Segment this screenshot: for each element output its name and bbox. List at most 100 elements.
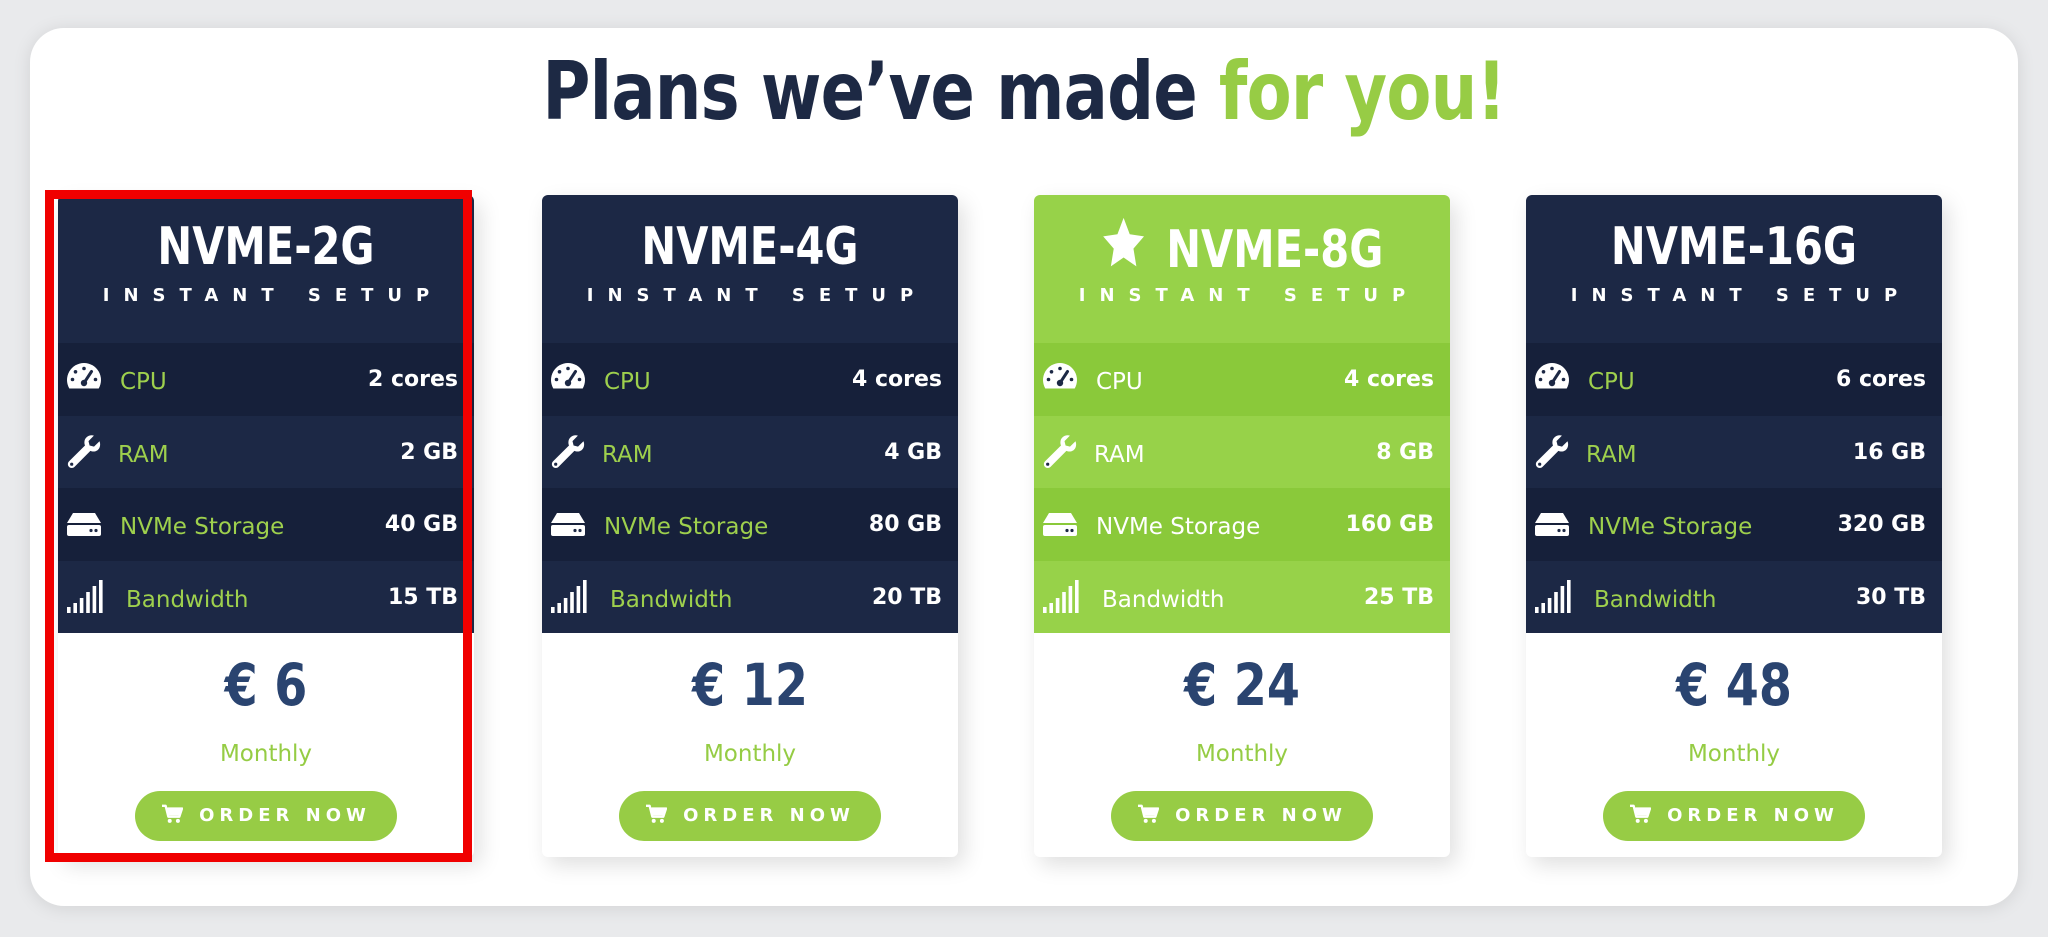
order-now-button[interactable]: ORDER NOW bbox=[619, 791, 881, 841]
plan-period: Monthly bbox=[219, 741, 313, 767]
hard-drive-icon bbox=[64, 504, 104, 544]
plan-price: € 6 bbox=[224, 651, 308, 719]
wrench-icon bbox=[1532, 432, 1572, 472]
spec-row-storage: NVMe Storage 40 GB bbox=[58, 488, 474, 561]
plan-price: € 48 bbox=[1676, 651, 1792, 719]
spec-value: 16 GB bbox=[1852, 439, 1926, 465]
spec-value: 2 GB bbox=[400, 439, 458, 465]
spec-value: 160 GB bbox=[1345, 512, 1434, 537]
spec-label: RAM bbox=[602, 441, 653, 468]
signal-bars-icon bbox=[548, 577, 588, 617]
order-now-button[interactable]: ORDER NOW bbox=[135, 791, 397, 841]
plan-period: Monthly bbox=[1687, 741, 1781, 767]
spec-label: Bandwidth bbox=[1102, 586, 1225, 613]
plan-subtitle: INSTANT SETUP bbox=[1078, 285, 1420, 306]
plan-subtitle: INSTANT SETUP bbox=[586, 285, 928, 306]
plan-price: € 24 bbox=[1184, 651, 1300, 719]
plan-card-nvme-4g: NVME-4G INSTANT SETUP CPU 4 cores RAM 4 … bbox=[542, 195, 958, 857]
spec-row-cpu: CPU 6 cores bbox=[1526, 343, 1942, 416]
spec-label: Bandwidth bbox=[1594, 586, 1717, 613]
spec-label: NVMe Storage bbox=[120, 514, 285, 540]
cart-icon bbox=[1629, 804, 1651, 824]
plan-card-nvme-2g: NVME-2G INSTANT SETUP CPU 2 cores RAM 2 … bbox=[58, 195, 474, 857]
plan-price: € 12 bbox=[692, 651, 808, 719]
signal-bars-icon bbox=[64, 577, 104, 617]
plan-header: NVME-4G INSTANT SETUP bbox=[542, 195, 958, 343]
order-now-button[interactable]: ORDER NOW bbox=[1603, 791, 1865, 841]
cart-icon bbox=[1137, 804, 1159, 824]
plan-name: NVME-2G bbox=[157, 217, 375, 277]
spec-value: 320 GB bbox=[1837, 512, 1926, 537]
spec-row-cpu: CPU 4 cores bbox=[1034, 343, 1450, 416]
spec-row-ram: RAM 4 GB bbox=[542, 415, 958, 488]
spec-row-bandwidth: Bandwidth 15 TB bbox=[58, 560, 474, 633]
spec-label: CPU bbox=[1096, 369, 1143, 395]
plan-header: NVME-16G INSTANT SETUP bbox=[1526, 195, 1942, 343]
speedometer-icon bbox=[64, 359, 104, 399]
spec-value: 20 TB bbox=[871, 584, 942, 610]
spec-label: RAM bbox=[118, 441, 169, 468]
plan-name: NVME-4G bbox=[641, 217, 859, 277]
spec-value: 40 GB bbox=[384, 512, 458, 537]
speedometer-icon bbox=[1532, 359, 1572, 399]
plan-name: NVME-16G bbox=[1610, 217, 1858, 277]
spec-label: RAM bbox=[1094, 441, 1145, 468]
page-title-accent: for you! bbox=[1218, 45, 1507, 138]
spec-value: 6 cores bbox=[1836, 367, 1926, 392]
order-now-label: ORDER NOW bbox=[683, 805, 855, 826]
wrench-icon bbox=[64, 432, 104, 472]
spec-row-storage: NVMe Storage 80 GB bbox=[542, 488, 958, 561]
plan-card-nvme-8g: NVME-8G INSTANT SETUP CPU 4 cores RAM 8 … bbox=[1034, 195, 1450, 857]
plan-name: NVME-8G bbox=[1076, 215, 1409, 282]
spec-label: NVMe Storage bbox=[1588, 514, 1753, 540]
plan-card-nvme-16g: NVME-16G INSTANT SETUP CPU 6 cores RAM 1… bbox=[1526, 195, 1942, 857]
spec-value: 30 TB bbox=[1855, 584, 1926, 610]
plan-period: Monthly bbox=[703, 741, 797, 767]
spec-row-ram: RAM 2 GB bbox=[58, 415, 474, 488]
spec-label: NVMe Storage bbox=[604, 514, 769, 540]
hard-drive-icon bbox=[1040, 504, 1080, 544]
cart-icon bbox=[161, 804, 183, 824]
wrench-icon bbox=[548, 432, 588, 472]
spec-value: 4 GB bbox=[884, 439, 942, 465]
spec-label: Bandwidth bbox=[126, 586, 249, 613]
page-title-main: Plans we’ve made bbox=[542, 45, 1219, 138]
speedometer-icon bbox=[1040, 359, 1080, 399]
spec-value: 4 cores bbox=[1344, 367, 1434, 392]
spec-row-cpu: CPU 4 cores bbox=[542, 343, 958, 416]
wrench-icon bbox=[1040, 432, 1080, 472]
spec-label: NVMe Storage bbox=[1096, 514, 1261, 540]
spec-label: CPU bbox=[120, 369, 167, 395]
order-now-label: ORDER NOW bbox=[1667, 805, 1839, 826]
signal-bars-icon bbox=[1040, 577, 1080, 617]
spec-row-ram: RAM 8 GB bbox=[1034, 415, 1450, 488]
plan-subtitle: INSTANT SETUP bbox=[1570, 285, 1912, 306]
spec-value: 15 TB bbox=[387, 584, 458, 610]
spec-value: 25 TB bbox=[1363, 584, 1434, 610]
spec-row-bandwidth: Bandwidth 30 TB bbox=[1526, 560, 1942, 633]
page-title: Plans we’ve made for you! bbox=[184, 42, 1863, 142]
order-now-label: ORDER NOW bbox=[199, 805, 371, 826]
order-now-button[interactable]: ORDER NOW bbox=[1111, 791, 1373, 841]
hard-drive-icon bbox=[1532, 504, 1572, 544]
spec-row-bandwidth: Bandwidth 25 TB bbox=[1034, 560, 1450, 633]
order-now-label: ORDER NOW bbox=[1175, 805, 1347, 826]
hard-drive-icon bbox=[548, 504, 588, 544]
spec-row-bandwidth: Bandwidth 20 TB bbox=[542, 560, 958, 633]
spec-value: 4 cores bbox=[852, 367, 942, 392]
spec-row-cpu: CPU 2 cores bbox=[58, 343, 474, 416]
speedometer-icon bbox=[548, 359, 588, 399]
spec-row-storage: NVMe Storage 320 GB bbox=[1526, 488, 1942, 561]
spec-value: 8 GB bbox=[1376, 439, 1434, 465]
spec-row-storage: NVMe Storage 160 GB bbox=[1034, 488, 1450, 561]
spec-label: RAM bbox=[1586, 441, 1637, 468]
cart-icon bbox=[645, 804, 667, 824]
spec-value: 2 cores bbox=[368, 367, 458, 392]
spec-label: CPU bbox=[604, 369, 651, 395]
plan-header: NVME-2G INSTANT SETUP bbox=[58, 195, 474, 343]
plan-subtitle: INSTANT SETUP bbox=[102, 285, 444, 306]
star-icon bbox=[1101, 215, 1147, 273]
spec-row-ram: RAM 16 GB bbox=[1526, 415, 1942, 488]
spec-label: Bandwidth bbox=[610, 586, 733, 613]
spec-label: CPU bbox=[1588, 369, 1635, 395]
